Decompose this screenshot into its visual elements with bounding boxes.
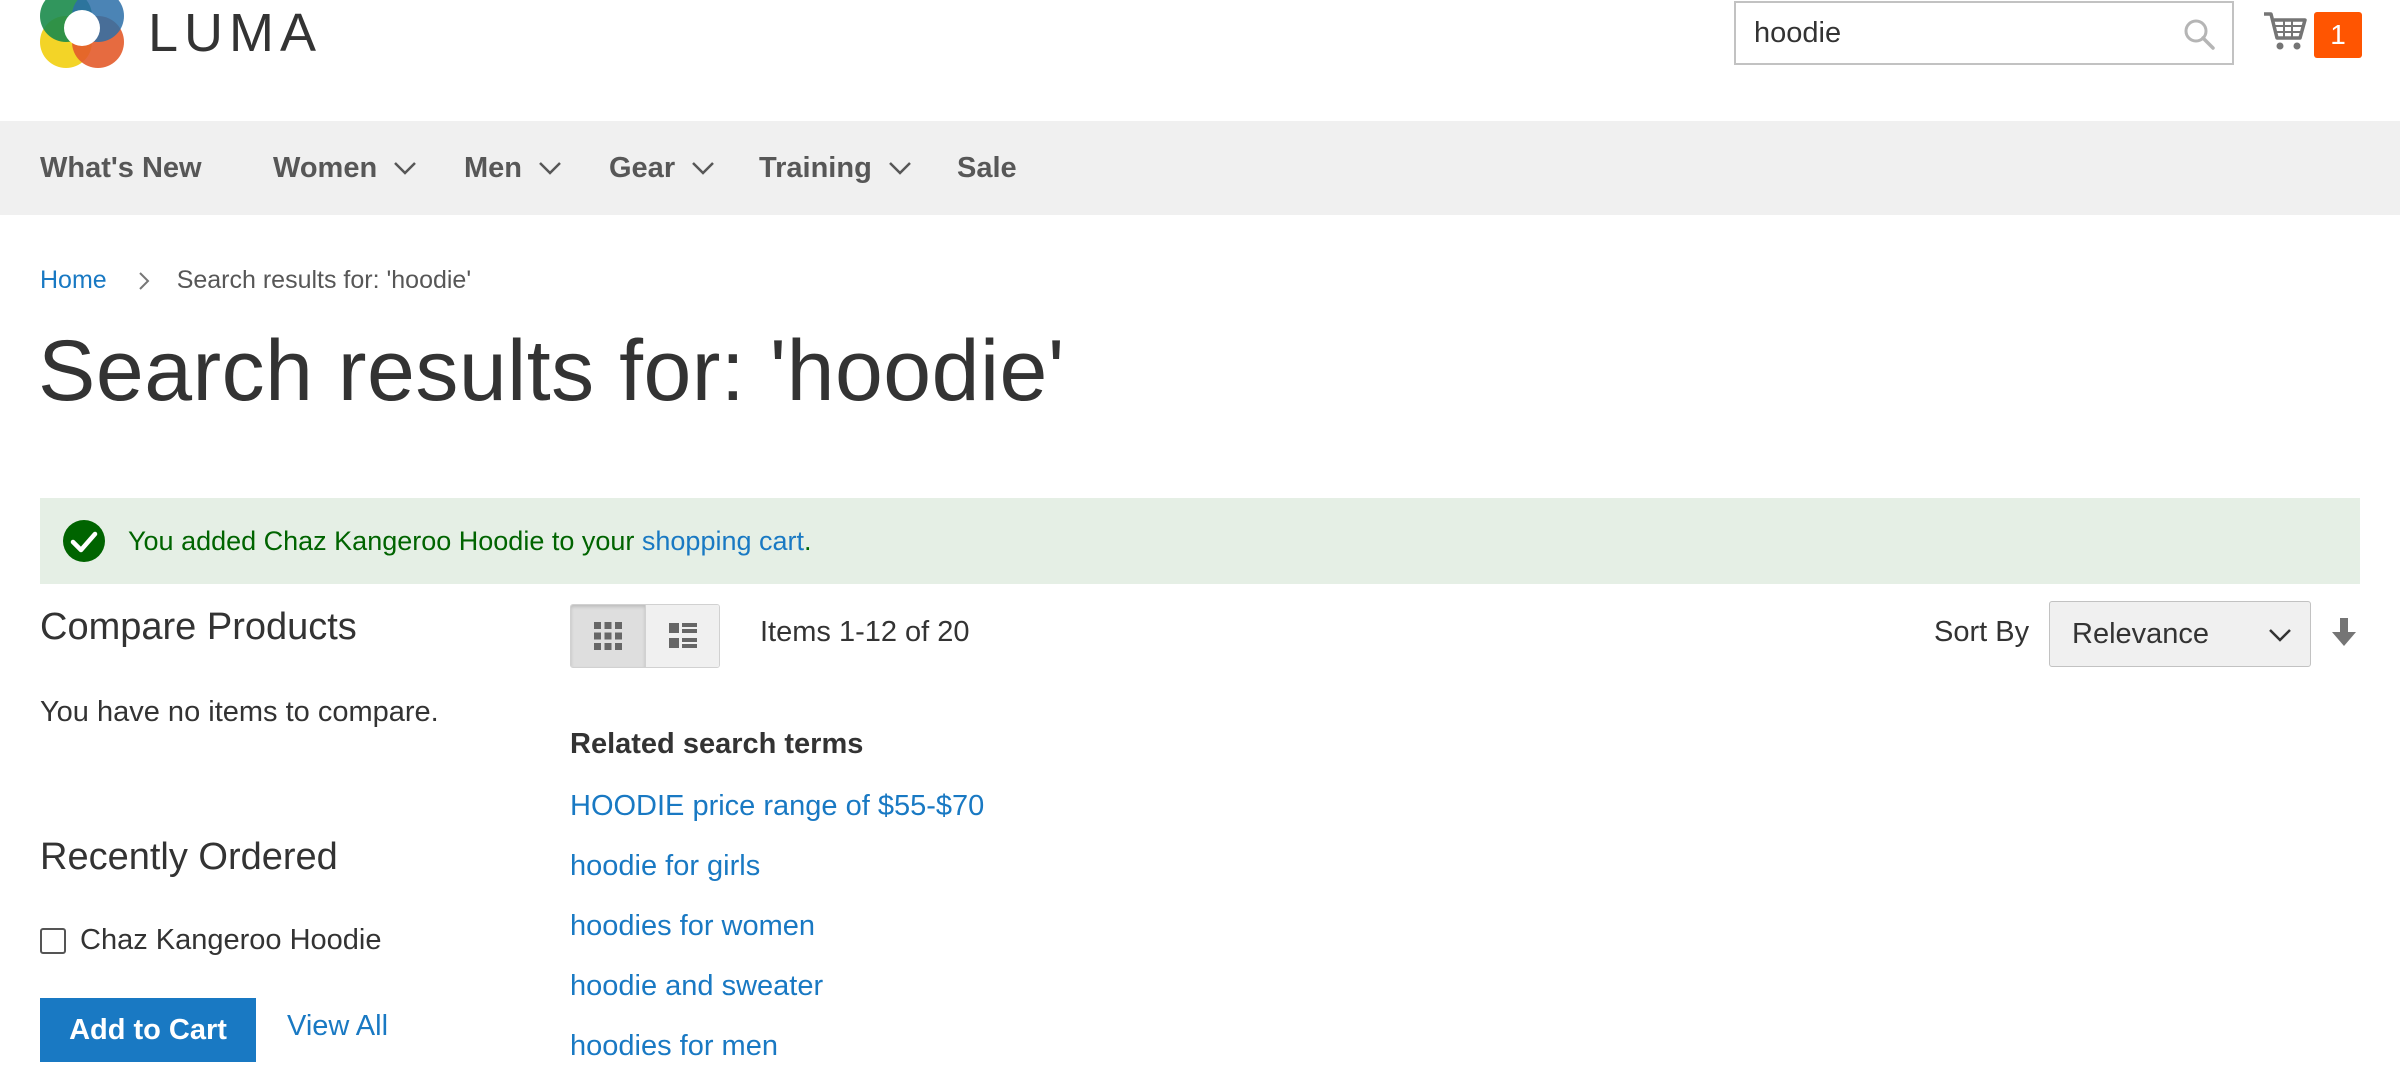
message-prefix: You added Chaz Kangeroo Hoodie to your [128,525,642,556]
nav-item-gear[interactable]: Gear [609,121,715,215]
chevron-right-icon [138,271,150,290]
chevron-down-icon [888,162,911,175]
sort-direction-arrow-icon[interactable] [2331,616,2357,648]
breadcrumb-current: Search results for: 'hoodie' [176,266,472,294]
grid-icon [594,622,622,650]
shopping-cart-link[interactable]: shopping cart [642,526,804,556]
main-navigation: What's New Women Men Gear Training Sale [0,121,2400,215]
success-check-icon [63,520,105,562]
chevron-down-icon [692,162,714,175]
search-box [1734,1,2234,65]
nav-item-label: Men [464,151,522,184]
nav-item-label: What's New [40,151,202,184]
toolbar-amount: Items 1-12 of 20 [760,616,970,648]
nav-item-label: Women [273,151,378,184]
search-input[interactable] [1736,3,2156,63]
compare-products-title: Compare Products [40,606,357,648]
success-message-text: You added Chaz Kangeroo Hoodie to your s… [128,526,812,557]
related-term-link[interactable]: hoodies for men [570,1030,778,1063]
nav-item-label: Sale [957,151,1017,184]
chevron-down-icon [394,162,417,175]
search-icon[interactable] [2182,17,2216,51]
luma-logo-icon [40,0,124,68]
nav-item-label: Training [759,151,872,184]
recently-ordered-title: Recently Ordered [40,836,338,878]
breadcrumb-home-link[interactable]: Home [40,266,107,295]
logo-text: LUMA [148,3,323,63]
recent-item-label: Chaz Kangeroo Hoodie [80,924,382,956]
related-term-link[interactable]: hoodie and sweater [570,970,823,1003]
grid-mode-button[interactable] [571,605,645,667]
success-message: You added Chaz Kangeroo Hoodie to your s… [40,498,2360,584]
related-term-link[interactable]: hoodie for girls [570,850,760,883]
list-icon [668,623,697,648]
view-mode-switcher [570,604,720,668]
sort-by-select[interactable]: Relevance [2049,601,2311,667]
message-suffix: . [804,525,812,556]
page-header: LUMA 1 [0,0,2400,121]
recent-item-checkbox[interactable] [40,927,66,954]
chevron-down-icon [2269,629,2291,642]
nav-item-whats-new[interactable]: What's New [40,121,202,215]
related-search-terms: Related search terms HOODIE price range … [570,728,984,1062]
nav-item-label: Gear [609,151,676,184]
nav-item-women[interactable]: Women [273,121,417,215]
cart-count-badge[interactable]: 1 [2314,12,2362,58]
related-term-link[interactable]: hoodies for women [570,910,815,943]
breadcrumb: Home Search results for: 'hoodie' [40,266,471,295]
chevron-down-icon [539,162,561,175]
nav-item-men[interactable]: Men [464,121,562,215]
cart-icon[interactable] [2262,8,2308,52]
store-logo[interactable]: LUMA [38,0,338,74]
nav-item-sale[interactable]: Sale [957,121,1017,215]
sort-by-label: Sort By [1934,616,2030,648]
list-mode-button[interactable] [645,605,719,667]
compare-empty-text: You have no items to compare. [40,696,439,728]
nav-item-training[interactable]: Training [759,121,912,215]
related-search-terms-title: Related search terms [570,728,864,760]
recently-ordered-item: Chaz Kangeroo Hoodie [40,924,381,957]
page-title: Search results for: 'hoodie' [38,323,1065,419]
minicart[interactable]: 1 [2262,8,2362,58]
add-to-cart-button[interactable]: Add to Cart [40,998,256,1062]
related-term-link[interactable]: HOODIE price range of $55-$70 [570,790,984,823]
view-all-link[interactable]: View All [287,1010,388,1043]
sort-by-value: Relevance [2072,617,2210,650]
